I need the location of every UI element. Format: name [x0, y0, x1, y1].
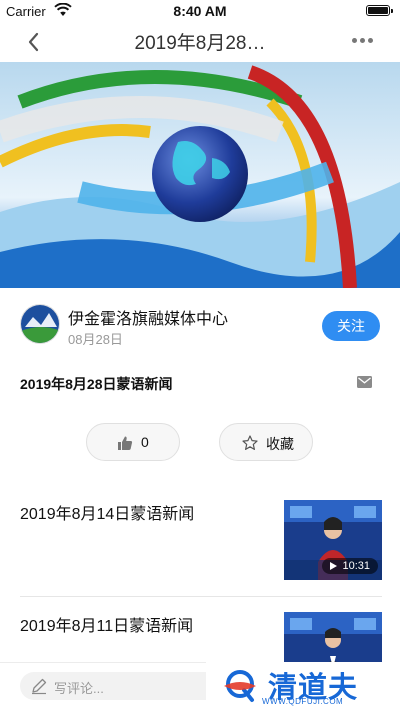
battery-icon: [366, 5, 393, 16]
publisher-row: 伊金霍洛旗融媒体中心 08月28日 关注: [0, 300, 400, 352]
article-headline: 2019年8月28日蒙语新闻: [20, 376, 173, 392]
favorite-label: 收藏: [266, 436, 294, 452]
star-icon: [242, 435, 258, 450]
follow-button[interactable]: 关注: [322, 311, 380, 341]
comment-placeholder: 写评论...: [54, 681, 104, 696]
page-title: 2019年8月28…: [134, 33, 266, 54]
clock: 8:40 AM: [173, 3, 227, 19]
status-bar: Carrier 8:40 AM: [0, 0, 400, 22]
avatar[interactable]: [20, 304, 60, 344]
watermark-url: WWW.QDFUJI.COM: [262, 697, 344, 706]
like-button[interactable]: 0: [86, 423, 180, 461]
video-player[interactable]: [0, 62, 400, 288]
video-duration: 10:31: [322, 558, 378, 574]
news-thumbnail: 10:31: [284, 500, 382, 580]
like-count: 0: [141, 434, 149, 450]
divider: [20, 596, 382, 597]
publish-date: 08月28日: [68, 332, 123, 347]
list-item[interactable]: 2019年8月14日蒙语新闻 10:31: [20, 500, 382, 596]
video-cover-image: [0, 62, 400, 288]
list-item-title: 2019年8月14日蒙语新闻: [20, 506, 195, 523]
pen-icon: [32, 678, 47, 695]
publisher-name[interactable]: 伊金霍洛旗融媒体中心: [68, 305, 228, 329]
mail-icon[interactable]: [357, 376, 372, 388]
list-item-title: 2019年8月11日蒙语新闻: [20, 618, 194, 635]
chevron-left-icon[interactable]: [22, 30, 46, 54]
watermark: 清道夫 WWW.QDFUJI.COM: [206, 662, 400, 710]
watermark-logo-icon: [224, 670, 256, 702]
nav-bar: 2019年8月28…: [0, 22, 400, 62]
favorite-button[interactable]: 收藏: [219, 423, 313, 461]
thumbs-up-icon: [118, 436, 133, 450]
more-dots-icon[interactable]: [352, 38, 374, 44]
